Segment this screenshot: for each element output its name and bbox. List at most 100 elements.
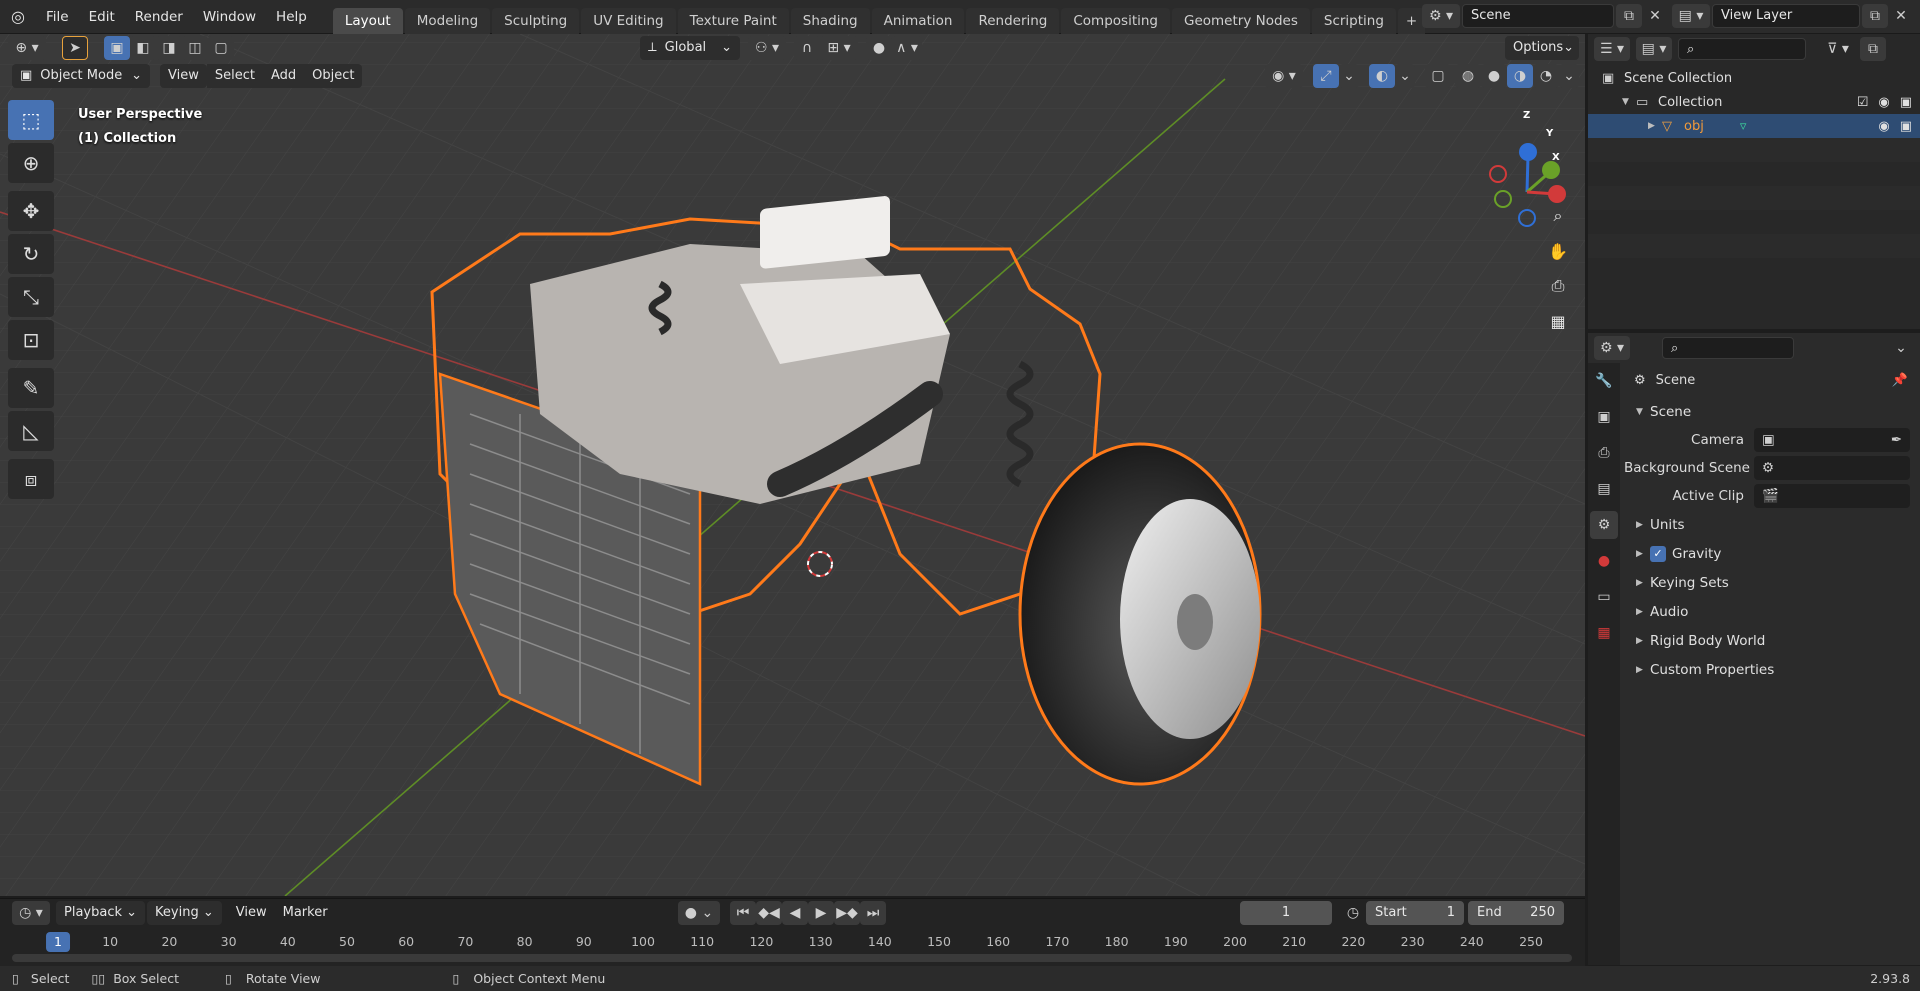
gizmo-toggle-icon[interactable]: ⤢ — [1313, 64, 1339, 88]
background-scene-field[interactable]: ⚙ — [1754, 456, 1910, 480]
view-layer-browse-icon[interactable]: ▤ ▾ — [1672, 4, 1710, 28]
menu-edit[interactable]: Edit — [79, 0, 125, 34]
tab-geometry-nodes[interactable]: Geometry Nodes — [1172, 7, 1310, 34]
jump-end-icon[interactable]: ⏭ — [860, 901, 886, 925]
menu-object[interactable]: Object — [304, 64, 363, 88]
render-tab-icon[interactable]: ▣ — [1590, 403, 1618, 431]
delete-scene-icon[interactable]: ✕ — [1642, 4, 1668, 28]
scene-name-field[interactable]: Scene — [1462, 4, 1614, 28]
chevron-down-icon[interactable]: ⌄ — [1339, 64, 1359, 88]
view-layer-tab-icon[interactable]: ▤ — [1590, 475, 1618, 503]
editor-type-icon[interactable]: ⊕ ▾ — [8, 36, 46, 60]
menu-help[interactable]: Help — [266, 0, 317, 34]
menu-add[interactable]: Add — [262, 64, 305, 88]
select-tool-icon[interactable]: ➤ — [62, 36, 88, 60]
new-collection-icon[interactable]: ⧉ — [1860, 37, 1886, 61]
overlays-toggle-icon[interactable]: ◐ — [1369, 64, 1395, 88]
scene-tab-icon[interactable]: ⚙ — [1590, 511, 1618, 539]
properties-search-input[interactable]: ⌕ — [1662, 337, 1794, 359]
filter-icon[interactable]: ⊽ ▾ — [1820, 37, 1856, 61]
collapse-arrow-icon[interactable]: ▼ — [1622, 97, 1636, 107]
menu-select[interactable]: Select — [206, 64, 263, 88]
end-frame-field[interactable]: End 250 — [1468, 901, 1564, 925]
start-frame-field[interactable]: Start 1 — [1366, 901, 1464, 925]
hand-pan-icon[interactable]: ✋ — [1542, 235, 1574, 267]
tab-compositing[interactable]: Compositing — [1061, 7, 1170, 34]
tab-rendering[interactable]: Rendering — [966, 7, 1060, 34]
output-tab-icon[interactable]: ⎙ — [1590, 439, 1618, 467]
blender-logo-icon[interactable]: ◎ — [0, 7, 36, 26]
snap-target-icon[interactable]: ⊞ ▾ — [820, 36, 858, 60]
playback-menu[interactable]: Playback ⌄ — [56, 901, 146, 925]
chevron-down-icon[interactable]: ⌄ — [1559, 64, 1579, 88]
keying-menu[interactable]: Keying ⌄ — [147, 901, 222, 925]
tab-sculpting[interactable]: Sculpting — [492, 7, 580, 34]
timeline-view-menu[interactable]: View — [228, 901, 275, 925]
panel-units-header[interactable]: ▶ Units — [1624, 510, 1920, 539]
wireframe-shading-icon[interactable]: ◍ — [1455, 64, 1481, 88]
jump-next-keyframe-icon[interactable]: ▶◆ — [834, 901, 860, 925]
jump-start-icon[interactable]: ⏮ — [730, 901, 756, 925]
render-camera-icon[interactable]: ▣ — [1900, 95, 1912, 110]
tab-layout[interactable]: Layout — [332, 7, 403, 34]
record-keyframe-icon[interactable]: ● ⌄ — [678, 901, 720, 925]
chevron-down-icon[interactable]: ⌄ — [1395, 64, 1415, 88]
tab-modeling[interactable]: Modeling — [404, 7, 491, 34]
outliner-search-input[interactable]: ⌕ — [1678, 38, 1806, 60]
solid-shading-icon[interactable]: ● — [1481, 64, 1507, 88]
display-mode-icon[interactable]: ▤ ▾ — [1636, 37, 1672, 61]
tab-scripting[interactable]: Scripting — [1311, 7, 1396, 34]
tool-settings-tab-icon[interactable]: 🔧 — [1590, 367, 1618, 395]
menu-render[interactable]: Render — [125, 0, 193, 34]
marker-menu[interactable]: Marker — [275, 901, 336, 925]
move-tool-icon[interactable]: ✥ — [8, 191, 54, 231]
tab-texture-paint[interactable]: Texture Paint — [677, 7, 789, 34]
mode-dropdown[interactable]: ▣ Object Mode ⌄ — [12, 64, 150, 88]
visibility-eye-icon[interactable]: ◉ — [1878, 119, 1889, 134]
camera-view-icon[interactable]: ⎙ — [1542, 270, 1574, 302]
exclude-checkbox-icon[interactable]: ☑ — [1857, 95, 1869, 110]
collection-tab-icon[interactable]: ▭ — [1590, 583, 1618, 611]
jump-prev-keyframe-icon[interactable]: ◆◀ — [756, 901, 782, 925]
visibility-eye-icon[interactable]: ◉ — [1878, 95, 1889, 110]
current-frame-field[interactable]: 1 — [1240, 901, 1332, 925]
outliner-collection-row[interactable]: ▼ ▭ Collection ☑ ◉ ▣ — [1588, 90, 1920, 114]
scale-tool-icon[interactable]: ⤡ — [8, 277, 54, 317]
tab-shading[interactable]: Shading — [790, 7, 870, 34]
scene-browse-icon[interactable]: ⚙ ▾ — [1422, 4, 1460, 28]
rendered-shading-icon[interactable]: ◔ — [1533, 64, 1559, 88]
falloff-icon[interactable]: ∧ ▾ — [892, 36, 922, 60]
active-clip-field[interactable]: 🎬 — [1754, 484, 1910, 508]
outliner-object-row[interactable]: ▶ ▽ obj ▿ ◉ ▣ — [1588, 114, 1920, 138]
grid-perspective-icon[interactable]: ▦ — [1542, 305, 1574, 337]
menu-window[interactable]: Window — [193, 0, 266, 34]
outliner-scene-collection[interactable]: ▣ Scene Collection — [1588, 66, 1920, 90]
delete-view-layer-icon[interactable]: ✕ — [1888, 4, 1914, 28]
menu-file[interactable]: File — [36, 0, 79, 34]
view-layer-field[interactable]: View Layer — [1712, 4, 1860, 28]
expand-arrow-icon[interactable]: ▶ — [1648, 121, 1662, 131]
add-cube-tool-icon[interactable]: ⧈ — [8, 459, 54, 499]
options-dropdown[interactable]: Options ⌄ — [1505, 36, 1579, 60]
visibility-icon[interactable]: ◉ ▾ — [1265, 64, 1303, 88]
menu-view[interactable]: View — [160, 64, 207, 88]
material-preview-icon[interactable]: ◑ — [1507, 64, 1533, 88]
rotate-tool-icon[interactable]: ↻ — [8, 234, 54, 274]
panel-keying-sets-header[interactable]: ▶ Keying Sets — [1624, 568, 1920, 597]
panel-gravity-header[interactable]: ▶ ✓ Gravity — [1624, 539, 1920, 568]
pin-icon[interactable]: 📌 — [1892, 373, 1908, 388]
new-scene-icon[interactable]: ⧉ — [1616, 4, 1642, 28]
timeline-editor-type-icon[interactable]: ◷ ▾ — [12, 901, 50, 925]
new-view-layer-icon[interactable]: ⧉ — [1862, 4, 1888, 28]
outliner-editor-type-icon[interactable]: ☰ ▾ — [1594, 37, 1630, 61]
timeline-ruler[interactable]: 1 10 20 30 40 50 60 70 80 90 100 110 120 130 140 150 160… — [0, 930, 1585, 954]
play-icon[interactable]: ▶ — [808, 901, 834, 925]
proportional-edit-icon[interactable]: ● — [866, 36, 892, 60]
timeline-scrollbar[interactable] — [12, 954, 1572, 962]
render-camera-icon[interactable]: ▣ — [1900, 119, 1912, 134]
select-extend-icon[interactable]: ◧ — [130, 36, 156, 60]
xray-toggle-icon[interactable]: ▢ — [1425, 64, 1451, 88]
chevron-down-icon[interactable]: ⌄ — [1888, 336, 1914, 360]
3d-viewport[interactable]: Z Y X User Perspective (1) Collection ⌕ … — [0, 34, 1585, 896]
transform-orientation-dropdown[interactable]: ⟂ Global ⌄ — [640, 36, 740, 60]
